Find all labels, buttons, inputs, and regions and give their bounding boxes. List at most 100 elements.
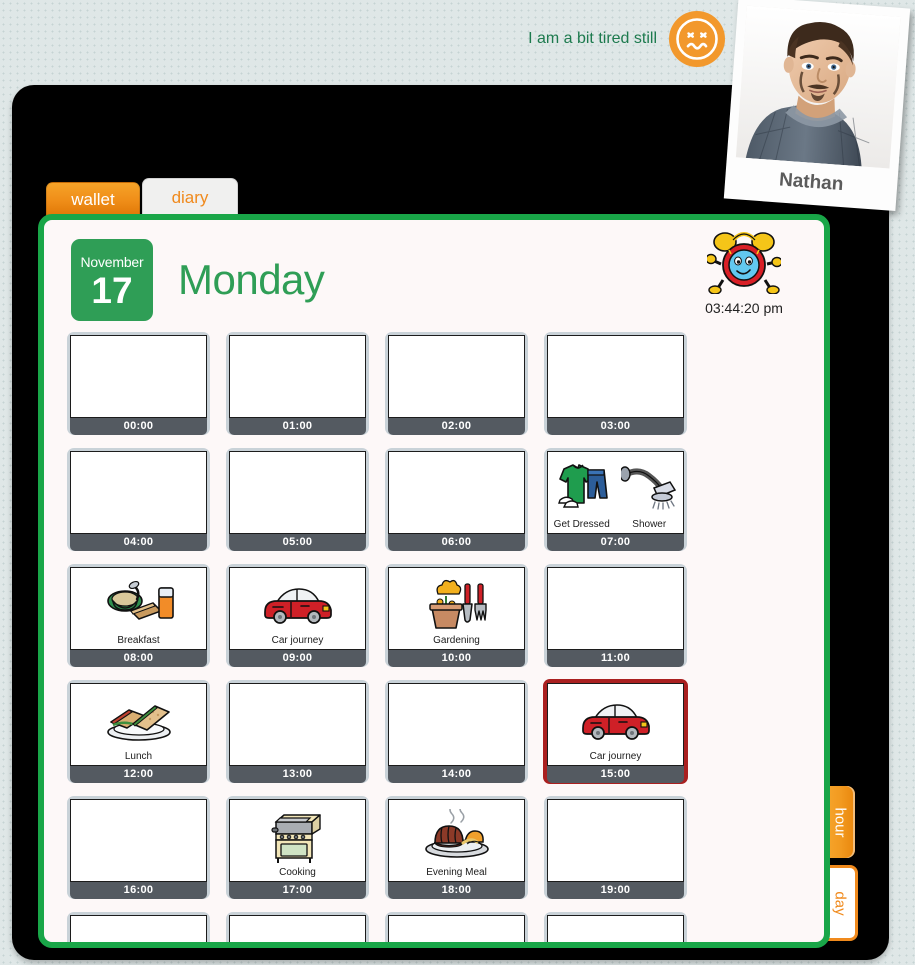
activity-item[interactable]: Shower <box>616 452 684 533</box>
hour-cell-content: Cooking <box>229 799 366 882</box>
avatar <box>735 5 901 169</box>
hour-cell[interactable]: Gardening 10:00 <box>385 564 528 667</box>
activity-list: Car journey <box>548 684 683 765</box>
hour-cell[interactable]: Get Dressed Shower 07:00 <box>544 448 687 551</box>
date-badge-month: November <box>80 254 144 270</box>
tired-face-icon[interactable] <box>669 11 725 67</box>
hour-cell[interactable]: Car journey 09:00 <box>226 564 369 667</box>
tab-hour-view[interactable]: hour <box>826 786 855 858</box>
activity-label: Evening Meal <box>426 867 487 878</box>
hour-cell[interactable]: 06:00 <box>385 448 528 551</box>
day-name: Monday <box>178 256 325 303</box>
hour-cell-time: 14:00 <box>388 766 525 783</box>
hour-cell[interactable]: 03:00 <box>544 332 687 435</box>
activity-list: Get Dressed Shower <box>548 452 683 533</box>
diary-header: November 17 Monday 03:44:20 pm <box>44 220 824 328</box>
showerhead-icon <box>616 452 684 519</box>
hour-cell-time: 19:00 <box>547 882 684 899</box>
diary-panel: November 17 Monday 03:44:20 pm 00:00 01:… <box>38 214 830 948</box>
top-tab-bar: wallet diary <box>46 178 238 216</box>
profile-photo-card[interactable]: Nathan <box>723 0 911 212</box>
hour-cell-content: Lunch <box>70 683 207 766</box>
hour-grid: 00:00 01:00 02:00 03:00 04:00 05:00 06:00 Get … <box>59 332 821 942</box>
activity-label: Shower <box>632 519 667 530</box>
hour-cell[interactable]: Cooking 17:00 <box>226 796 369 899</box>
oven-icon <box>230 800 365 867</box>
date-badge-day: 17 <box>91 270 133 311</box>
activity-item[interactable]: Get Dressed <box>548 452 616 533</box>
roast-dinner-icon <box>389 800 524 867</box>
sandwich-icon <box>71 684 206 751</box>
hour-cell[interactable]: 19:00 <box>544 796 687 899</box>
activity-item[interactable]: Evening Meal <box>389 800 524 881</box>
hour-cell[interactable]: 14:00 <box>385 680 528 783</box>
activity-label: Car journey <box>271 635 324 646</box>
activity-label: Breakfast <box>117 635 160 646</box>
hour-cell-time: 15:00 <box>547 766 684 783</box>
hour-cell-content <box>229 683 366 766</box>
hour-cell[interactable]: 21:00 <box>226 912 369 942</box>
hour-cell-time: 00:00 <box>70 418 207 435</box>
hour-cell-time: 10:00 <box>388 650 525 667</box>
activity-list: Car journey <box>230 568 365 649</box>
date-badge[interactable]: November 17 <box>71 239 153 321</box>
activity-item[interactable]: Gardening <box>389 568 524 649</box>
hour-cell[interactable]: 04:00 <box>67 448 210 551</box>
hour-cell-content <box>70 335 207 418</box>
hour-cell[interactable]: 01:00 <box>226 332 369 435</box>
hour-cell-content <box>70 915 207 942</box>
hour-cell-time: 11:00 <box>547 650 684 667</box>
hour-cell-time: 13:00 <box>229 766 366 783</box>
activity-label: Cooking <box>279 867 316 878</box>
hour-cell-content <box>388 683 525 766</box>
hour-cell-time: 03:00 <box>547 418 684 435</box>
hour-cell[interactable]: Lunch 12:00 <box>67 680 210 783</box>
tab-diary[interactable]: diary <box>142 178 238 216</box>
hour-cell[interactable]: 22:00 <box>385 912 528 942</box>
hour-cell[interactable]: 13:00 <box>226 680 369 783</box>
view-mode-tabs: hour day <box>826 786 858 941</box>
activity-item[interactable]: Car journey <box>230 568 365 649</box>
hour-cell-time: 07:00 <box>547 534 684 551</box>
hour-cell[interactable]: Breakfast 08:00 <box>67 564 210 667</box>
car-icon <box>548 684 683 751</box>
hour-cell-content <box>547 567 684 650</box>
hour-cell[interactable]: 16:00 <box>67 796 210 899</box>
hour-cell[interactable]: 02:00 <box>385 332 528 435</box>
hour-cell[interactable]: Car journey 15:00 <box>543 679 688 784</box>
tab-wallet[interactable]: wallet <box>46 182 140 216</box>
activity-item[interactable]: Car journey <box>548 684 683 765</box>
hour-cell[interactable]: 11:00 <box>544 564 687 667</box>
hour-cell[interactable]: 20:00 <box>67 912 210 942</box>
hour-cell-time: 16:00 <box>70 882 207 899</box>
hour-cell-content <box>229 915 366 942</box>
activity-item[interactable]: Breakfast <box>71 568 206 649</box>
hour-cell-time: 04:00 <box>70 534 207 551</box>
hour-cell[interactable]: 23:00 <box>544 912 687 942</box>
clock-time: 03:44:20 pm <box>705 300 783 316</box>
hour-cell[interactable]: 00:00 <box>67 332 210 435</box>
hour-cell-content <box>229 335 366 418</box>
hour-cell-content <box>70 451 207 534</box>
hour-cell-content: Gardening <box>388 567 525 650</box>
activity-list: Breakfast <box>71 568 206 649</box>
hour-cell[interactable]: Evening Meal 18:00 <box>385 796 528 899</box>
hour-cell-time: 12:00 <box>70 766 207 783</box>
hour-cell-time: 17:00 <box>229 882 366 899</box>
tab-wallet-label: wallet <box>71 189 115 209</box>
hour-cell-content: Breakfast <box>70 567 207 650</box>
hour-cell-content <box>70 799 207 882</box>
activity-list: Cooking <box>230 800 365 881</box>
tab-hour-view-label: hour <box>832 806 849 838</box>
tab-diary-label: diary <box>171 187 209 207</box>
activity-item[interactable]: Lunch <box>71 684 206 765</box>
hour-cell-content <box>547 799 684 882</box>
hour-cell[interactable]: 05:00 <box>226 448 369 551</box>
tab-day-view[interactable]: day <box>826 865 858 941</box>
hour-cell-content <box>388 915 525 942</box>
hour-cell-time: 08:00 <box>70 650 207 667</box>
activity-list: Lunch <box>71 684 206 765</box>
activity-item[interactable]: Cooking <box>230 800 365 881</box>
hour-cell-content <box>229 451 366 534</box>
car-icon <box>230 568 365 635</box>
